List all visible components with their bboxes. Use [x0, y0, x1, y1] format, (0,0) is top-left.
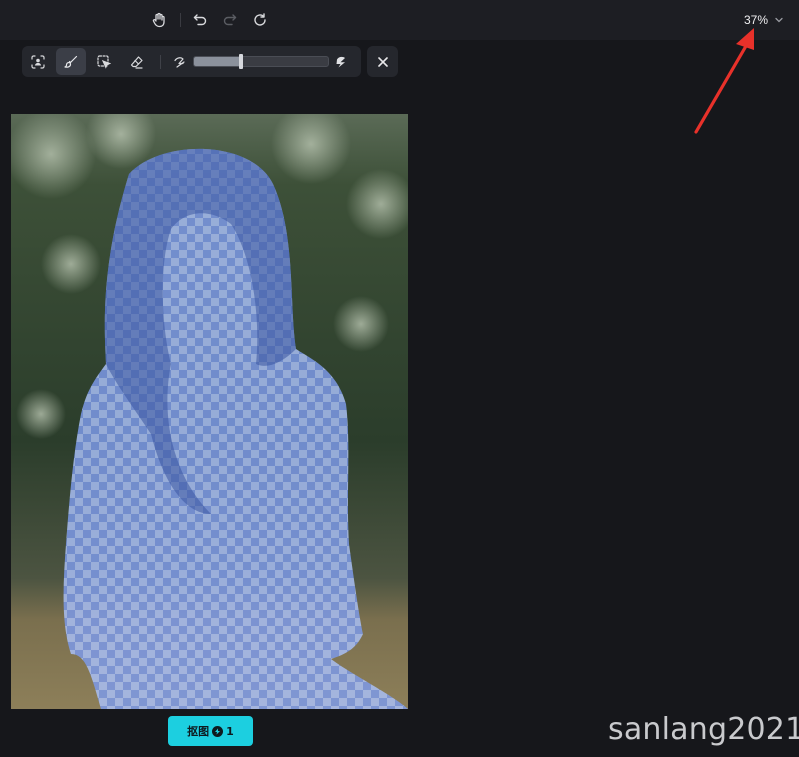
cutout-count: 1	[226, 724, 234, 738]
cutout-label: 抠图	[187, 725, 210, 738]
watermark: sanlang2021	[608, 712, 799, 747]
brush-icon[interactable]	[56, 48, 86, 75]
photo-with-mask	[11, 114, 408, 709]
eraser-icon[interactable]	[122, 48, 152, 75]
mask-toolbar	[22, 46, 361, 77]
large-brush-icon	[326, 48, 356, 75]
redo-icon[interactable]	[219, 9, 241, 31]
cutout-button[interactable]: 抠图 1	[168, 716, 253, 746]
person-select-icon[interactable]	[23, 48, 53, 75]
credit-icon	[212, 725, 224, 737]
canvas-image[interactable]	[11, 114, 408, 709]
small-brush-icon	[165, 48, 195, 75]
smart-select-icon[interactable]	[89, 48, 119, 75]
divider	[180, 13, 181, 27]
undo-icon[interactable]	[189, 9, 211, 31]
annotation-arrow	[694, 28, 754, 134]
chevron-down-icon	[775, 17, 783, 23]
close-button[interactable]	[367, 46, 398, 77]
close-icon	[377, 56, 388, 67]
hand-icon[interactable]	[148, 9, 170, 31]
top-bar: 37%	[0, 0, 799, 40]
slider-fill	[194, 57, 241, 66]
slider-thumb[interactable]	[238, 54, 243, 69]
brush-size-slider[interactable]	[193, 54, 329, 69]
refresh-icon[interactable]	[249, 9, 271, 31]
divider	[160, 55, 161, 69]
